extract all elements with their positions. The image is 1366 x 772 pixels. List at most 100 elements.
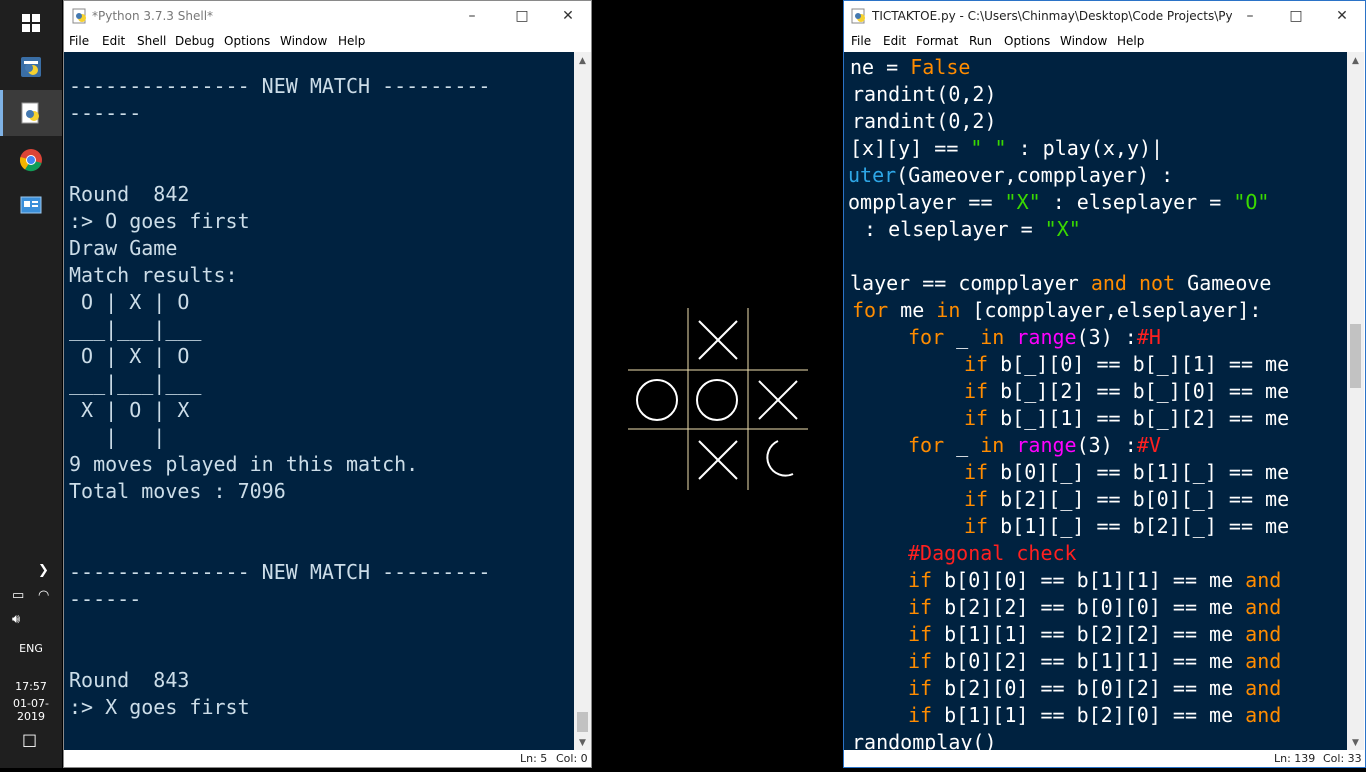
- minimize-button[interactable]: –: [449, 1, 495, 31]
- maximize-button[interactable]: □: [1273, 1, 1319, 31]
- output-line: ___|___|___: [69, 317, 202, 341]
- line-number: Ln: 139: [1274, 752, 1316, 765]
- code-line: if b[_][0] == b[_][1] == me: [964, 352, 1290, 376]
- code-line: if b[0][2] == b[1][1] == me and: [908, 649, 1282, 673]
- column-number: Col: 33: [1323, 752, 1362, 765]
- turtle-canvas[interactable]: [593, 24, 843, 768]
- shell-title: *Python 3.7.3 Shell*: [92, 9, 214, 23]
- output-line: | |: [69, 425, 166, 449]
- output-line: --------------- NEW MATCH ---------: [69, 74, 491, 98]
- close-button[interactable]: ✕: [1319, 1, 1365, 31]
- minimize-button[interactable]: –: [1227, 1, 1273, 31]
- code-line: for _ in range(3) :#V: [908, 433, 1161, 457]
- menu-edit[interactable]: Edit: [102, 34, 125, 48]
- output-line: :> X goes first: [69, 695, 250, 719]
- output-line: O | X | O: [69, 290, 190, 314]
- code-line: if b[2][2] == b[0][0] == me and: [908, 595, 1282, 619]
- chevron-up-icon[interactable]: ❯: [38, 563, 49, 578]
- scroll-up-icon[interactable]: ▲: [1347, 52, 1364, 69]
- control-panel-icon[interactable]: [0, 183, 62, 229]
- code-line: if b[_][1] == b[_][2] == me: [964, 406, 1290, 430]
- line-number: Ln: 5: [520, 752, 548, 765]
- menu-window[interactable]: Window: [1060, 34, 1107, 48]
- output-line: Draw Game: [69, 236, 178, 260]
- code-line: randomplay(): [852, 730, 997, 751]
- code-line: ompplayer == "X" : elseplayer = "O": [848, 190, 1270, 214]
- notification-icon[interactable]: □: [22, 730, 37, 749]
- shell-output[interactable]: --------------- NEW MATCH --------- ----…: [64, 52, 574, 751]
- editor-titlebar[interactable]: TICTAKTOE.py - C:\Users\Chinmay\Desktop\…: [844, 1, 1365, 31]
- windows-start-icon[interactable]: [0, 0, 62, 46]
- close-button[interactable]: ✕: [545, 1, 591, 31]
- chrome-icon[interactable]: [0, 137, 62, 183]
- scroll-down-icon[interactable]: ▼: [574, 734, 591, 751]
- code-line: if b[0][0] == b[1][1] == me and: [908, 568, 1282, 592]
- language-indicator[interactable]: ENG: [0, 642, 62, 655]
- volume-icon[interactable]: 🔊︎: [12, 612, 20, 627]
- shell-scrollbar[interactable]: ▲ ▼: [574, 52, 591, 751]
- code-line: layer == compplayer and not Gameove: [850, 271, 1272, 295]
- python-idle-icon[interactable]: [0, 44, 62, 90]
- menu-debug[interactable]: Debug: [175, 34, 214, 48]
- menu-shell[interactable]: Shell: [137, 34, 166, 48]
- code-line: if b[1][1] == b[2][2] == me and: [908, 622, 1282, 646]
- code-line: if b[2][0] == b[0][2] == me and: [908, 676, 1282, 700]
- menu-file[interactable]: File: [69, 34, 89, 48]
- maximize-button[interactable]: □: [499, 1, 545, 31]
- editor-window: TICTAKTOE.py - C:\Users\Chinmay\Desktop\…: [843, 0, 1366, 768]
- code-area[interactable]: ne = False randint(0,2) randint(0,2) [x]…: [844, 52, 1347, 751]
- code-line: randint(0,2): [852, 109, 997, 133]
- shell-menubar: File Edit Shell Debug Options Window Hel…: [64, 31, 591, 51]
- scroll-up-icon[interactable]: ▲: [574, 52, 591, 69]
- code-line: ne = False: [850, 55, 971, 79]
- scroll-thumb[interactable]: [577, 712, 588, 732]
- output-line: Round 843: [69, 668, 190, 692]
- menu-help[interactable]: Help: [1117, 34, 1144, 48]
- editor-title: TICTAKTOE.py - C:\Users\Chinmay\Desktop\…: [872, 9, 1232, 23]
- scroll-down-icon[interactable]: ▼: [1347, 734, 1364, 751]
- tictactoe-board: [628, 308, 808, 490]
- menu-options[interactable]: Options: [224, 34, 270, 48]
- taskbar: ❯ ▭ ◠ 🔊︎ ENG 17:57 01-07-2019 □: [0, 0, 62, 768]
- code-line: if b[1][_] == b[2][_] == me: [964, 514, 1290, 538]
- code-line: if b[1][1] == b[2][0] == me and: [908, 703, 1282, 727]
- menu-options[interactable]: Options: [1004, 34, 1050, 48]
- code-comment: #Dagonal check: [908, 541, 1077, 565]
- o-mark-partial: [766, 440, 794, 477]
- menu-run[interactable]: Run: [969, 34, 992, 48]
- scroll-thumb[interactable]: [1350, 324, 1361, 388]
- python-file-icon: [851, 8, 865, 24]
- output-line: X | O | X: [69, 398, 190, 422]
- column-number: Col: 0: [556, 752, 588, 765]
- editor-scrollbar[interactable]: ▲ ▼: [1347, 52, 1364, 751]
- python-editor-icon[interactable]: [0, 90, 62, 136]
- output-line: ------: [69, 587, 142, 611]
- code-line: for _ in range(3) :#H: [908, 325, 1161, 349]
- x-mark: [698, 320, 738, 360]
- output-line: --------------- NEW MATCH ---------: [69, 560, 491, 584]
- code-line: randint(0,2): [852, 82, 997, 106]
- shell-window: *Python 3.7.3 Shell* – □ ✕ File Edit She…: [63, 0, 592, 768]
- shell-statusbar: Ln: 5 Col: 0: [64, 750, 591, 767]
- editor-statusbar: Ln: 139 Col: 33: [844, 750, 1365, 767]
- menu-file[interactable]: File: [851, 34, 871, 48]
- wifi-icon[interactable]: ◠: [38, 588, 49, 603]
- code-line: if b[_][2] == b[_][0] == me: [964, 379, 1290, 403]
- menu-help[interactable]: Help: [338, 34, 365, 48]
- menu-edit[interactable]: Edit: [883, 34, 906, 48]
- output-line: ___|___|___: [69, 371, 202, 395]
- battery-icon[interactable]: ▭: [12, 588, 24, 603]
- output-line: Match results:: [69, 263, 238, 287]
- clock-date[interactable]: 01-07-2019: [0, 697, 62, 723]
- output-line: O | X | O: [69, 344, 190, 368]
- shell-titlebar[interactable]: *Python 3.7.3 Shell* – □ ✕: [64, 1, 591, 31]
- code-line: if b[0][_] == b[1][_] == me: [964, 460, 1290, 484]
- o-mark: [636, 379, 678, 421]
- menu-window[interactable]: Window: [280, 34, 327, 48]
- o-mark: [696, 379, 738, 421]
- code-line: if b[2][_] == b[0][_] == me: [964, 487, 1290, 511]
- clock-time[interactable]: 17:57: [0, 680, 62, 693]
- output-line: Round 842: [69, 182, 190, 206]
- output-line: ------: [69, 101, 142, 125]
- menu-format[interactable]: Format: [916, 34, 958, 48]
